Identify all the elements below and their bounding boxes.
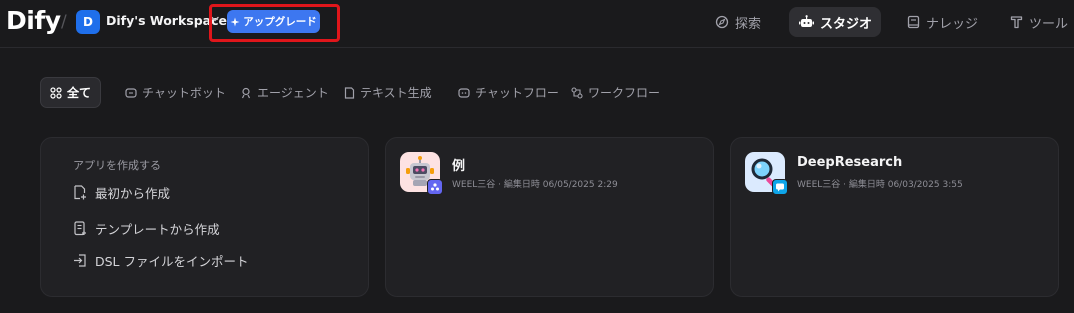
nav-explore-label: 探索	[735, 16, 762, 32]
nav-studio-label: スタジオ	[820, 16, 873, 32]
upgrade-label: アップグレード	[243, 16, 317, 28]
tab-agent-label: エージェント	[257, 86, 329, 100]
tab-all[interactable]: 全て	[40, 77, 102, 108]
nav-studio[interactable]: スタジオ	[789, 7, 881, 37]
book-icon	[907, 15, 920, 29]
upgrade-button[interactable]: アップグレード	[227, 10, 320, 33]
template-icon	[74, 220, 86, 235]
breadcrumb-separator: /	[61, 12, 67, 32]
top-bar: Dify / D Dify's Workspace アップグレード 探索 スタジ…	[0, 0, 1074, 48]
app-name: DeepResearch	[797, 155, 903, 170]
agent-badge-icon	[427, 179, 443, 195]
sparkle-icon	[230, 17, 240, 26]
create-from-template-label: テンプレートから作成	[95, 221, 220, 237]
create-from-template[interactable]: テンプレートから作成	[73, 218, 220, 238]
chatflow-icon	[458, 87, 470, 98]
app-name: 例	[452, 159, 466, 174]
tab-text-generation[interactable]: テキスト生成	[344, 77, 432, 108]
nav-tools[interactable]: ツール	[1000, 7, 1074, 37]
create-app-title: アプリを作成する	[73, 159, 161, 172]
robot-icon	[799, 15, 814, 27]
import-dsl-file[interactable]: DSL ファイルをインポート	[73, 250, 249, 270]
workspace-avatar[interactable]: D	[76, 10, 100, 34]
create-from-blank-label: 最初から作成	[95, 185, 171, 201]
nav-knowledge[interactable]: ナレッジ	[897, 7, 988, 37]
explore-icon	[715, 15, 729, 29]
tab-workflow-label: ワークフロー	[588, 86, 661, 100]
tab-workflow[interactable]: ワークフロー	[571, 77, 660, 108]
tab-agent[interactable]: エージェント	[240, 77, 329, 108]
tab-chatbot[interactable]: チャットボット	[125, 77, 226, 108]
chat-icon	[125, 87, 137, 98]
tab-chatflow-label: チャットフロー	[475, 86, 559, 100]
tab-all-label: 全て	[67, 86, 92, 100]
grid-icon	[50, 86, 62, 99]
nav-knowledge-label: ナレッジ	[926, 16, 979, 32]
tab-chatbot-label: チャットボット	[142, 86, 226, 100]
dify-logo[interactable]: Dify	[6, 6, 61, 35]
tab-chatflow[interactable]: チャットフロー	[458, 77, 559, 108]
nav-explore[interactable]: 探索	[705, 7, 771, 37]
file-plus-icon	[74, 184, 86, 199]
create-from-blank[interactable]: 最初から作成	[73, 182, 170, 202]
import-dsl-file-label: DSL ファイルをインポート	[95, 253, 249, 269]
create-app-card: アプリを作成する 最初から作成 テンプレートから作成 DSL ファイルをインポー…	[40, 137, 369, 297]
tab-text-generation-label: テキスト生成	[360, 86, 432, 100]
agent-icon	[241, 87, 251, 98]
workflow-icon	[571, 86, 583, 99]
chatflow-badge-icon	[772, 179, 788, 195]
nav-tools-label: ツール	[1029, 16, 1069, 32]
tool-icon	[1010, 16, 1023, 29]
app-card[interactable]: 例 WEEL三谷 · 編集日時 06/05/2025 2:29	[385, 137, 714, 297]
app-meta: WEEL三谷 · 編集日時 06/03/2025 3:55	[797, 180, 963, 190]
app-meta: WEEL三谷 · 編集日時 06/05/2025 2:29	[452, 180, 618, 190]
document-icon	[344, 86, 355, 99]
app-card[interactable]: DeepResearch WEEL三谷 · 編集日時 06/03/2025 3:…	[730, 137, 1059, 297]
import-icon	[74, 253, 86, 267]
